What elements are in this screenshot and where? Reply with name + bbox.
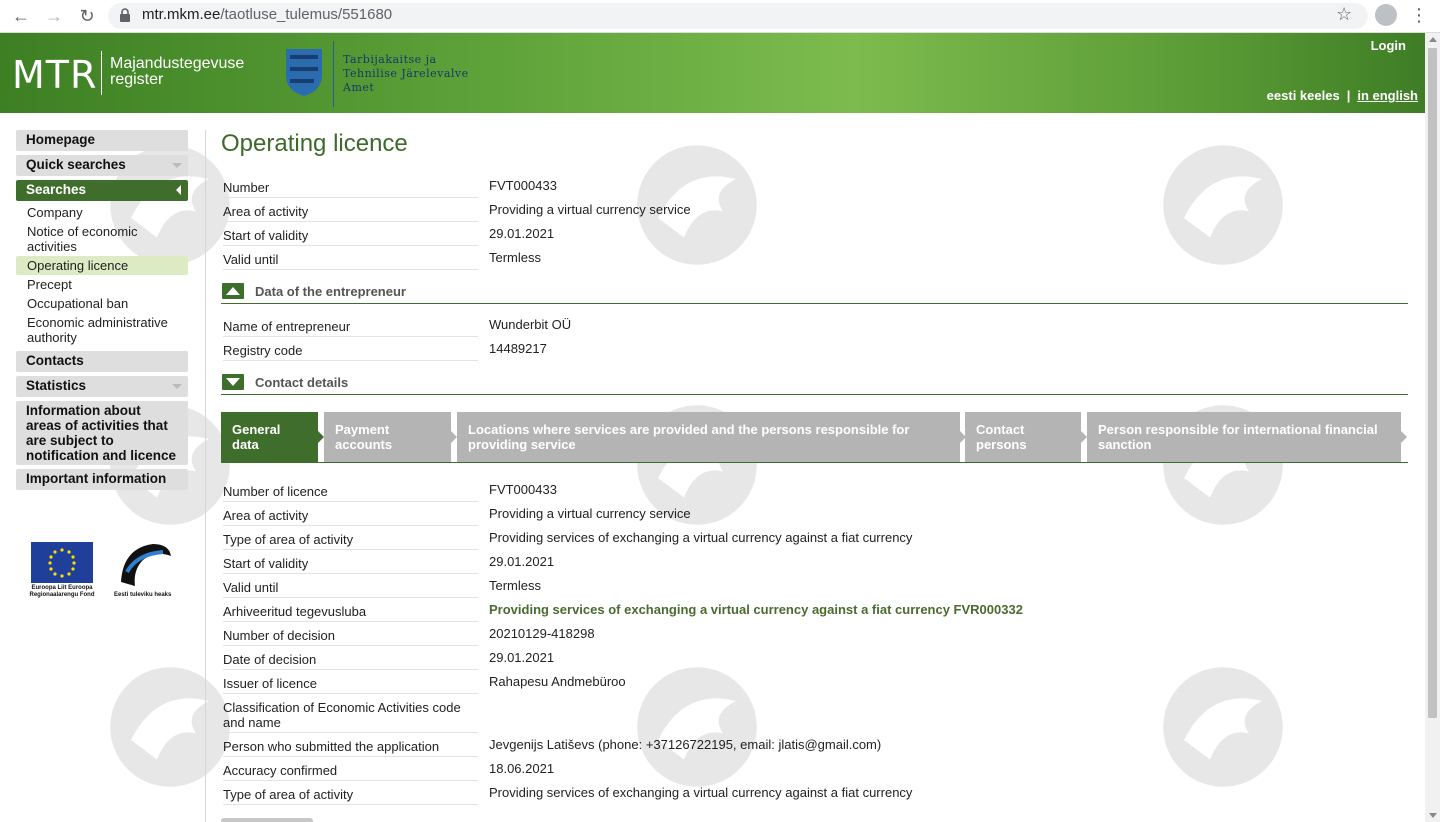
chevron-left-icon: [176, 185, 181, 195]
language-switcher: eesti keeles | in english: [1267, 88, 1418, 103]
estonian-coat-of-arms-icon: [286, 49, 322, 96]
entrepreneur-section-header[interactable]: Data of the entrepreneur: [221, 282, 1408, 304]
eu-flag-icon: [31, 542, 93, 583]
sidebar-subitem-economic-authority[interactable]: Economic administrative authority: [16, 313, 188, 347]
general-row: Classification of Economic Activities co…: [221, 694, 1408, 733]
logo-divider: [101, 51, 102, 95]
searches-submenu: Company Notice of economic activities Op…: [16, 203, 188, 347]
tab-sanction-person[interactable]: Person responsible for international fin…: [1087, 412, 1407, 462]
general-row: Issuer of licence Rahapesu Andmebüroo: [221, 670, 1408, 694]
details-tabs: General data Payment accounts Locations …: [221, 412, 1408, 463]
summary-row: Area of activity Providing a virtual curr…: [221, 198, 1408, 222]
funding-logos: Euroopa Liit Euroopa Regionaalarengu Fon…: [27, 540, 187, 610]
page-title: Operating licence: [221, 130, 408, 157]
ee-logo-caption: Eesti tuleviku heaks: [114, 592, 172, 598]
scroll-up-icon[interactable]: [1429, 37, 1437, 42]
general-row: Area of activity Providing a virtual curr…: [221, 502, 1408, 526]
general-row: Valid until Termless: [221, 574, 1408, 598]
general-row: Date of decision 29.01.2021: [221, 646, 1408, 670]
sidebar-item-info-areas[interactable]: Information about areas of activities th…: [16, 401, 188, 465]
login-link[interactable]: Login: [1371, 38, 1406, 53]
mtr-logo[interactable]: MTR: [12, 53, 97, 97]
back-button[interactable]: [221, 818, 313, 822]
entrepreneur-row: Registry code 14489217: [221, 337, 1408, 361]
collapse-button[interactable]: [222, 283, 244, 299]
general-row: Number of licence FVT000433: [221, 478, 1408, 502]
tab-contact-persons[interactable]: Contact persons: [965, 412, 1087, 462]
scrollbar-thumb[interactable]: [1428, 48, 1437, 718]
lang-estonian-link[interactable]: eesti keeles: [1267, 88, 1340, 103]
tab-payment-accounts[interactable]: Payment accounts: [324, 412, 457, 462]
sidebar-divider: [205, 130, 206, 822]
logo-subtitle: Majandustegevuse register: [110, 55, 245, 88]
sidebar-subitem-company[interactable]: Company: [16, 203, 188, 222]
lang-separator: |: [1346, 88, 1351, 103]
general-row: Type of area of activity Providing servic…: [221, 781, 1408, 805]
collapse-up-icon: [226, 287, 240, 295]
general-row: Type of area of activity Providing servic…: [221, 526, 1408, 550]
watermark-eagle-icon: [110, 667, 230, 787]
estonia-future-logo-icon: [121, 544, 171, 586]
back-icon[interactable]: ←: [10, 5, 32, 27]
browser-toolbar: ← → ↻ mtr.mkm.ee/taotluse_tulemus/551680…: [0, 0, 1440, 33]
bookmark-star-icon[interactable]: ☆: [1336, 4, 1352, 25]
summary-row: Valid until Termless: [221, 246, 1408, 270]
sidebar-subitem-occupational-ban[interactable]: Occupational ban: [16, 294, 188, 313]
page-scrollbar[interactable]: [1425, 33, 1440, 822]
expand-button[interactable]: [222, 374, 244, 390]
general-row: Accuracy confirmed 18.06.2021: [221, 757, 1408, 781]
sidebar-item-homepage[interactable]: Homepage: [16, 130, 188, 151]
tab-locations[interactable]: Locations where services are provided an…: [457, 412, 966, 462]
sidebar-item-quick-searches[interactable]: Quick searches: [16, 155, 188, 176]
sidebar-item-statistics[interactable]: Statistics: [16, 376, 188, 397]
sidebar-nav: Homepage Quick searches Searches Company…: [16, 130, 188, 494]
agency-name: Tarbijakaitse ja Tehnilise Järelevalve A…: [343, 53, 469, 94]
lang-english-link[interactable]: in english: [1357, 88, 1418, 103]
general-row: Number of decision 20210129-418298: [221, 622, 1408, 646]
sidebar-item-searches[interactable]: Searches: [16, 180, 188, 201]
agency-divider: [333, 41, 334, 107]
summary-row: Start of validity 29.01.2021: [221, 222, 1408, 246]
summary-row: Number FVT000433: [221, 174, 1408, 198]
url-text: mtr.mkm.ee/taotluse_tulemus/551680: [142, 6, 393, 23]
tab-general-data[interactable]: General data: [221, 412, 324, 462]
sidebar-item-contacts[interactable]: Contacts: [16, 351, 188, 372]
chevron-down-icon: [172, 384, 182, 389]
site-header: MTR Majandustegevuse register Tarbijakai…: [0, 33, 1425, 113]
sidebar-subitem-notice[interactable]: Notice of economic activities: [16, 222, 188, 256]
general-row: Person who submitted the application Jevg…: [221, 733, 1408, 757]
general-row: Arhiveeritud tegevusluba Providing servic…: [221, 598, 1408, 622]
sidebar-item-important-info[interactable]: Important information: [16, 469, 188, 490]
profile-avatar[interactable]: [1375, 4, 1397, 26]
general-row: Start of validity 29.01.2021: [221, 550, 1408, 574]
scroll-down-icon[interactable]: [1429, 813, 1437, 818]
sidebar-subitem-precept[interactable]: Precept: [16, 275, 188, 294]
expand-down-icon: [226, 378, 240, 386]
reload-icon[interactable]: ↻: [76, 5, 98, 27]
sidebar-subitem-operating-licence[interactable]: Operating licence: [16, 256, 188, 275]
forward-icon[interactable]: →: [43, 5, 65, 27]
archived-licence-link[interactable]: Providing services of exchanging a virtu…: [489, 602, 1023, 617]
eu-fund-caption: Euroopa Liit Euroopa Regionaalarengu Fon…: [29, 585, 95, 598]
chevron-down-icon: [172, 163, 182, 168]
entrepreneur-row: Name of entrepreneur Wunderbit OÜ: [221, 313, 1408, 337]
lock-icon: [120, 8, 130, 22]
browser-menu-icon[interactable]: ⋮: [1410, 4, 1428, 26]
contact-section-header[interactable]: Contact details: [221, 373, 1408, 395]
